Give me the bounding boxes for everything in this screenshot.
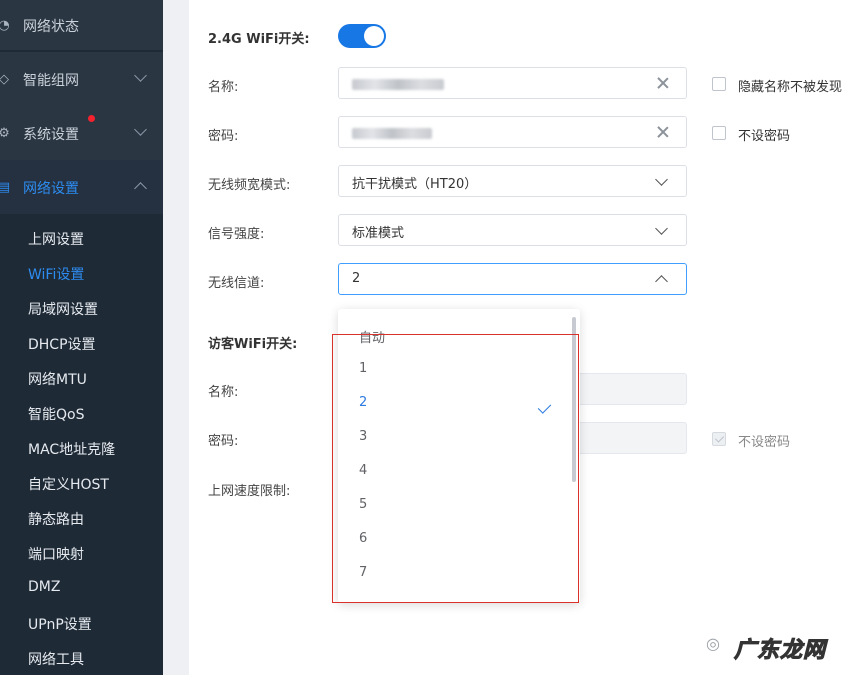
dropdown-scrollbar[interactable] bbox=[572, 317, 576, 482]
mesh-icon: ◇ bbox=[0, 71, 9, 87]
channel-dropdown-menu: 自动 1 2 3 4 5 6 7 bbox=[338, 309, 580, 603]
guest-switch-label: 访客WiFi开关: bbox=[208, 337, 298, 352]
speed-limit-label: 上网速度限制: bbox=[208, 484, 291, 499]
channel-label: 无线信道: bbox=[208, 276, 265, 291]
watermark: ◎ 广东龙网 bbox=[706, 626, 866, 666]
sidebar-item-custom-host[interactable]: 自定义HOST bbox=[28, 474, 109, 494]
channel-option-6[interactable]: 6 bbox=[359, 531, 367, 546]
sidebar-item-upnp[interactable]: UPnP设置 bbox=[28, 614, 92, 634]
clear-icon[interactable] bbox=[656, 76, 670, 90]
network-icon: ▤ bbox=[0, 179, 11, 195]
sidebar-item-dmz[interactable]: DMZ bbox=[28, 579, 60, 595]
watermark-text: 广东龙网 bbox=[733, 637, 827, 664]
clear-icon[interactable] bbox=[656, 125, 670, 139]
blurred-ssid-value bbox=[352, 79, 444, 90]
sidebar-item-network-tools[interactable]: 网络工具 bbox=[28, 649, 84, 669]
no-password-label: 不设密码 bbox=[738, 129, 791, 144]
blurred-password-value bbox=[352, 128, 432, 139]
guest-no-password-label: 不设密码 bbox=[738, 435, 791, 450]
signal-strength-select[interactable]: 标准模式 bbox=[338, 214, 687, 246]
channel-option-3[interactable]: 3 bbox=[359, 429, 367, 444]
sidebar-item-lan-settings[interactable]: 局域网设置 bbox=[28, 299, 98, 319]
wechat-icon: ◎ bbox=[706, 634, 720, 653]
sidebar-item-network-settings[interactable]: ▤ 网络设置 bbox=[0, 160, 163, 214]
sidebar-item-system-settings[interactable]: ⚙ 系统设置 bbox=[0, 106, 163, 160]
hide-ssid-checkbox[interactable] bbox=[712, 77, 726, 91]
sidebar-item-dhcp-settings[interactable]: DHCP设置 bbox=[28, 334, 96, 354]
sidebar-item-wifi-settings[interactable]: WiFi设置 bbox=[28, 264, 84, 284]
channel-option-auto[interactable]: 自动 bbox=[359, 327, 385, 346]
signal-strength-label: 信号强度: bbox=[208, 227, 265, 242]
guest-ssid-label: 名称: bbox=[208, 385, 239, 400]
sidebar-item-label: 网络状态 bbox=[23, 19, 79, 35]
sidebar-item-mac-clone[interactable]: MAC地址克隆 bbox=[28, 439, 115, 459]
channel-option-2[interactable]: 2 bbox=[359, 395, 367, 410]
signal-strength-value: 标准模式 bbox=[352, 226, 405, 241]
bandwidth-value: 抗干扰模式（HT20） bbox=[352, 177, 478, 192]
chevron-up-icon bbox=[134, 182, 147, 195]
sidebar-item-mtu[interactable]: 网络MTU bbox=[28, 369, 87, 389]
sidebar-item-network-status[interactable]: ◔ 网络状态 bbox=[0, 0, 163, 50]
chevron-up-icon bbox=[655, 275, 668, 288]
notification-badge bbox=[88, 115, 95, 122]
channel-option-7[interactable]: 7 bbox=[359, 565, 367, 580]
chevron-down-icon bbox=[655, 222, 668, 235]
chevron-down-icon bbox=[134, 69, 147, 82]
bandwidth-label: 无线频宽模式: bbox=[208, 178, 291, 193]
sidebar-item-label: 智能组网 bbox=[23, 73, 79, 89]
guest-no-password-checkbox[interactable] bbox=[712, 432, 726, 446]
channel-option-5[interactable]: 5 bbox=[359, 497, 367, 512]
ssid-input[interactable] bbox=[338, 67, 687, 99]
password-input[interactable] bbox=[338, 116, 687, 148]
sidebar: ◔ 网络状态 ◇ 智能组网 ⚙ 系统设置 ▤ 网络设置 上网设置 WiFi设置 … bbox=[0, 0, 163, 675]
sidebar-item-label: 网络设置 bbox=[23, 181, 79, 197]
chevron-down-icon bbox=[134, 123, 147, 136]
sidebar-item-port-mapping[interactable]: 端口映射 bbox=[28, 544, 84, 564]
ssid-label: 名称: bbox=[208, 80, 239, 95]
sidebar-item-label: 系统设置 bbox=[23, 127, 79, 143]
checkmark-icon bbox=[537, 400, 552, 414]
switch-knob bbox=[364, 26, 384, 46]
hide-ssid-label: 隐藏名称不被发现 bbox=[738, 80, 843, 95]
gear-icon: ⚙ bbox=[0, 125, 10, 141]
channel-value: 2 bbox=[352, 271, 361, 286]
sidebar-item-static-route[interactable]: 静态路由 bbox=[28, 509, 84, 529]
no-password-checkbox[interactable] bbox=[712, 126, 726, 140]
channel-select[interactable]: 2 bbox=[338, 263, 687, 295]
wifi24-switch-label: 2.4G WiFi开关: bbox=[208, 32, 310, 47]
bandwidth-select[interactable]: 抗干扰模式（HT20） bbox=[338, 165, 687, 197]
content-gutter bbox=[163, 0, 189, 675]
sidebar-item-internet-settings[interactable]: 上网设置 bbox=[28, 229, 84, 249]
status-icon: ◔ bbox=[0, 17, 10, 33]
chevron-down-icon bbox=[655, 173, 668, 186]
channel-option-4[interactable]: 4 bbox=[359, 463, 367, 478]
sidebar-item-qos[interactable]: 智能QoS bbox=[28, 404, 84, 424]
sidebar-item-mesh[interactable]: ◇ 智能组网 bbox=[0, 52, 163, 106]
password-label: 密码: bbox=[208, 129, 239, 144]
wifi24-switch[interactable] bbox=[338, 24, 386, 48]
channel-option-1[interactable]: 1 bbox=[359, 361, 367, 376]
guest-password-label: 密码: bbox=[208, 434, 239, 449]
